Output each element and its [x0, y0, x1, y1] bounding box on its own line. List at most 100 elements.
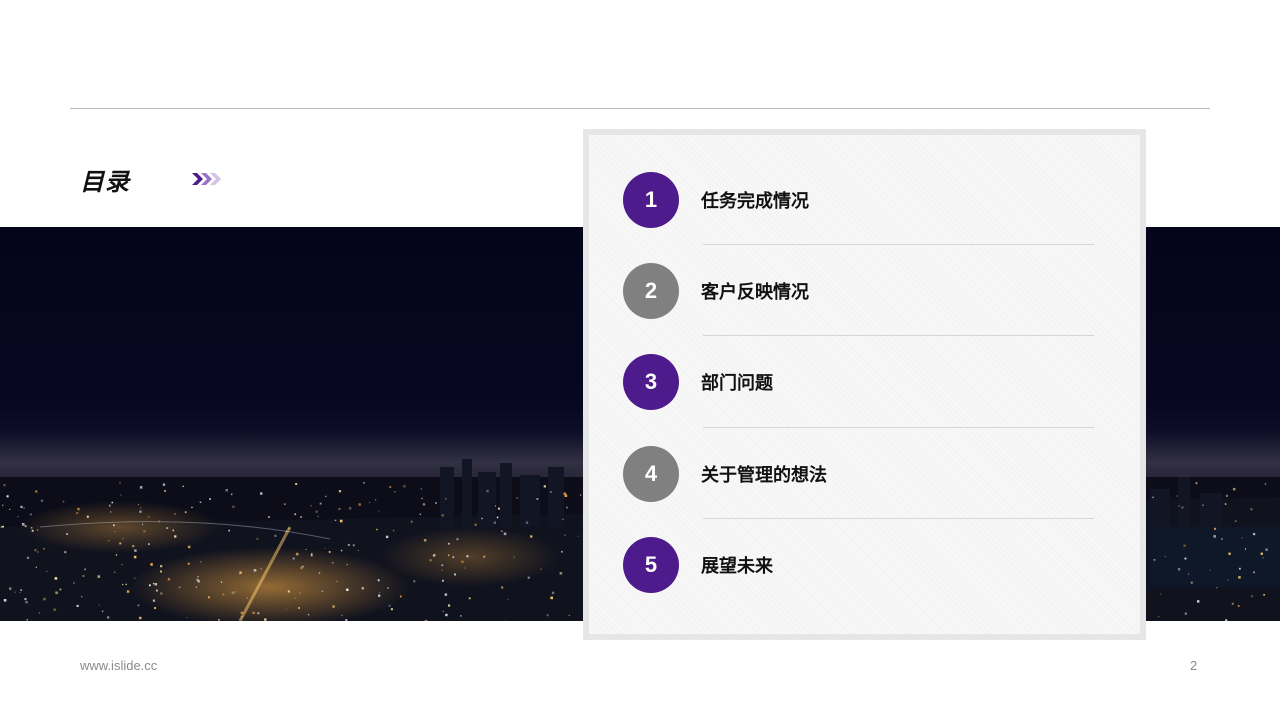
city-light — [29, 513, 32, 516]
city-light — [186, 617, 188, 619]
city-light — [195, 586, 197, 588]
city-light — [17, 516, 19, 518]
city-light — [268, 516, 270, 518]
city-light — [149, 584, 151, 587]
city-light — [122, 538, 124, 540]
city-light — [31, 529, 34, 532]
city-light — [260, 492, 263, 495]
city-light — [101, 610, 104, 613]
toc-number-badge: 5 — [623, 537, 679, 593]
city-light — [110, 511, 112, 513]
city-light — [442, 610, 444, 612]
city-light — [73, 582, 75, 584]
city-light — [46, 570, 48, 572]
city-light — [317, 515, 319, 517]
city-light — [507, 598, 509, 601]
city-light — [30, 527, 33, 529]
city-light — [441, 514, 444, 517]
city-light — [1237, 605, 1240, 607]
city-light — [108, 540, 110, 542]
toc-item-label: 展望未来 — [701, 556, 773, 577]
toc-number-badge: 4 — [623, 446, 679, 502]
city-light — [421, 497, 423, 500]
city-light — [324, 547, 326, 549]
city-light — [36, 529, 39, 531]
city-light — [1184, 612, 1187, 615]
city-light — [295, 483, 298, 485]
city-light — [1231, 602, 1234, 605]
city-light — [147, 515, 150, 518]
city-light — [208, 596, 210, 599]
toc-item-4[interactable]: 4 关于管理的想法 — [623, 445, 1103, 503]
city-light — [432, 554, 436, 557]
city-light — [1209, 569, 1211, 571]
city-light — [561, 550, 563, 553]
city-light — [274, 534, 277, 537]
city-light — [429, 559, 432, 562]
city-light — [126, 590, 130, 593]
city-light — [375, 499, 377, 501]
city-light — [444, 497, 447, 500]
city-light — [231, 591, 235, 594]
city-light — [139, 510, 142, 513]
city-light — [311, 553, 313, 555]
city-light — [155, 589, 158, 592]
toc-item-2[interactable]: 2 客户反映情况 — [623, 262, 1103, 320]
city-light — [363, 482, 365, 484]
city-light — [232, 505, 235, 508]
city-light — [527, 576, 530, 579]
city-light — [1253, 533, 1256, 536]
city-light — [38, 612, 41, 614]
city-light — [152, 599, 156, 602]
city-light — [160, 592, 163, 595]
city-light — [182, 485, 184, 487]
city-light — [495, 505, 497, 507]
city-light — [152, 582, 155, 585]
city-light — [82, 574, 85, 577]
toc-item-1[interactable]: 1 任务完成情况 — [623, 171, 1103, 229]
city-light — [448, 554, 450, 556]
city-light — [119, 542, 122, 545]
city-light — [497, 507, 500, 510]
city-light — [1251, 595, 1253, 598]
slide-title: 目录 — [80, 168, 130, 196]
city-light — [199, 501, 202, 503]
city-light — [3, 484, 6, 487]
city-light — [137, 604, 140, 607]
toc-number-badge: 3 — [623, 354, 679, 410]
city-light — [332, 562, 334, 564]
city-light — [1213, 535, 1216, 538]
footer-url[interactable]: www.islide.cc — [80, 658, 157, 673]
city-light — [399, 595, 402, 598]
toc-item-5[interactable]: 5 展望未来 — [623, 536, 1103, 594]
city-light — [420, 488, 422, 490]
city-light — [222, 593, 225, 596]
city-light — [441, 569, 443, 571]
city-light — [184, 511, 187, 514]
toc-item-3[interactable]: 3 部门问题 — [623, 353, 1103, 411]
header-divider — [70, 108, 1210, 109]
city-light — [310, 554, 313, 557]
city-light — [1176, 495, 1178, 497]
city-light — [288, 528, 290, 530]
city-light — [305, 549, 307, 550]
city-light — [566, 506, 568, 509]
city-light — [318, 572, 321, 574]
city-light — [294, 597, 296, 599]
city-light — [361, 587, 364, 590]
city-light — [283, 503, 286, 506]
city-light — [568, 614, 570, 617]
city-light — [209, 498, 211, 500]
city-light — [1216, 587, 1218, 589]
city-light — [37, 551, 39, 553]
city-light — [235, 591, 237, 593]
toc-number-badge: 1 — [623, 172, 679, 228]
city-light — [513, 556, 515, 558]
city-light — [466, 555, 469, 558]
city-light — [166, 527, 169, 529]
city-light — [246, 597, 248, 599]
city-light — [84, 568, 86, 571]
city-light — [1158, 616, 1160, 618]
city-light — [77, 507, 80, 511]
city-light — [1152, 496, 1154, 499]
